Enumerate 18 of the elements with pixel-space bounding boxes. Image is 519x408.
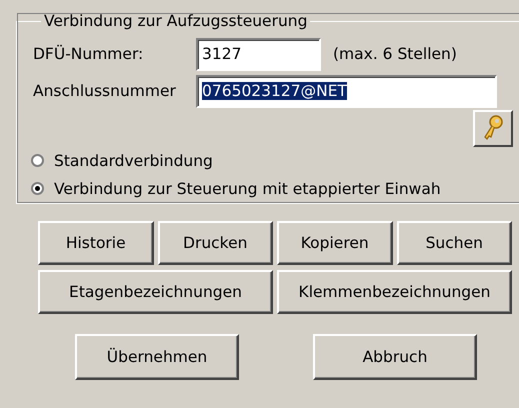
input-field[interactable]: 0765023127@NET — [196, 74, 497, 108]
hint-text: (max. 6 Stellen) — [333, 45, 458, 64]
toolbar-button[interactable]: Kopieren — [277, 221, 392, 265]
input-field[interactable]: 3127 — [196, 38, 321, 71]
key-button[interactable] — [473, 110, 513, 147]
dialog-button[interactable]: Abbruch — [313, 334, 477, 380]
key-icon — [482, 115, 504, 142]
field-label: DFÜ-Nummer: — [33, 45, 144, 64]
radio-option[interactable]: Standardverbindung — [31, 146, 519, 175]
field-label: Anschlussnummer — [33, 82, 177, 100]
toolbar-button[interactable]: Drucken — [158, 221, 273, 265]
toolbar-button[interactable]: Suchen — [396, 221, 512, 265]
radio-option[interactable]: Verbindung zur Steuerung mit etappierter Einwah — [31, 174, 519, 203]
dialog-button[interactable]: Übernehmen — [75, 334, 239, 380]
toolbar-button[interactable]: Etagenbezeichnungen — [38, 270, 273, 314]
toolbar-button[interactable]: Historie — [38, 221, 154, 265]
toolbar-button[interactable]: Klemmenbezeichnungen — [277, 270, 512, 314]
group-title: Verbindung zur Aufzugssteuerung — [43, 12, 308, 30]
